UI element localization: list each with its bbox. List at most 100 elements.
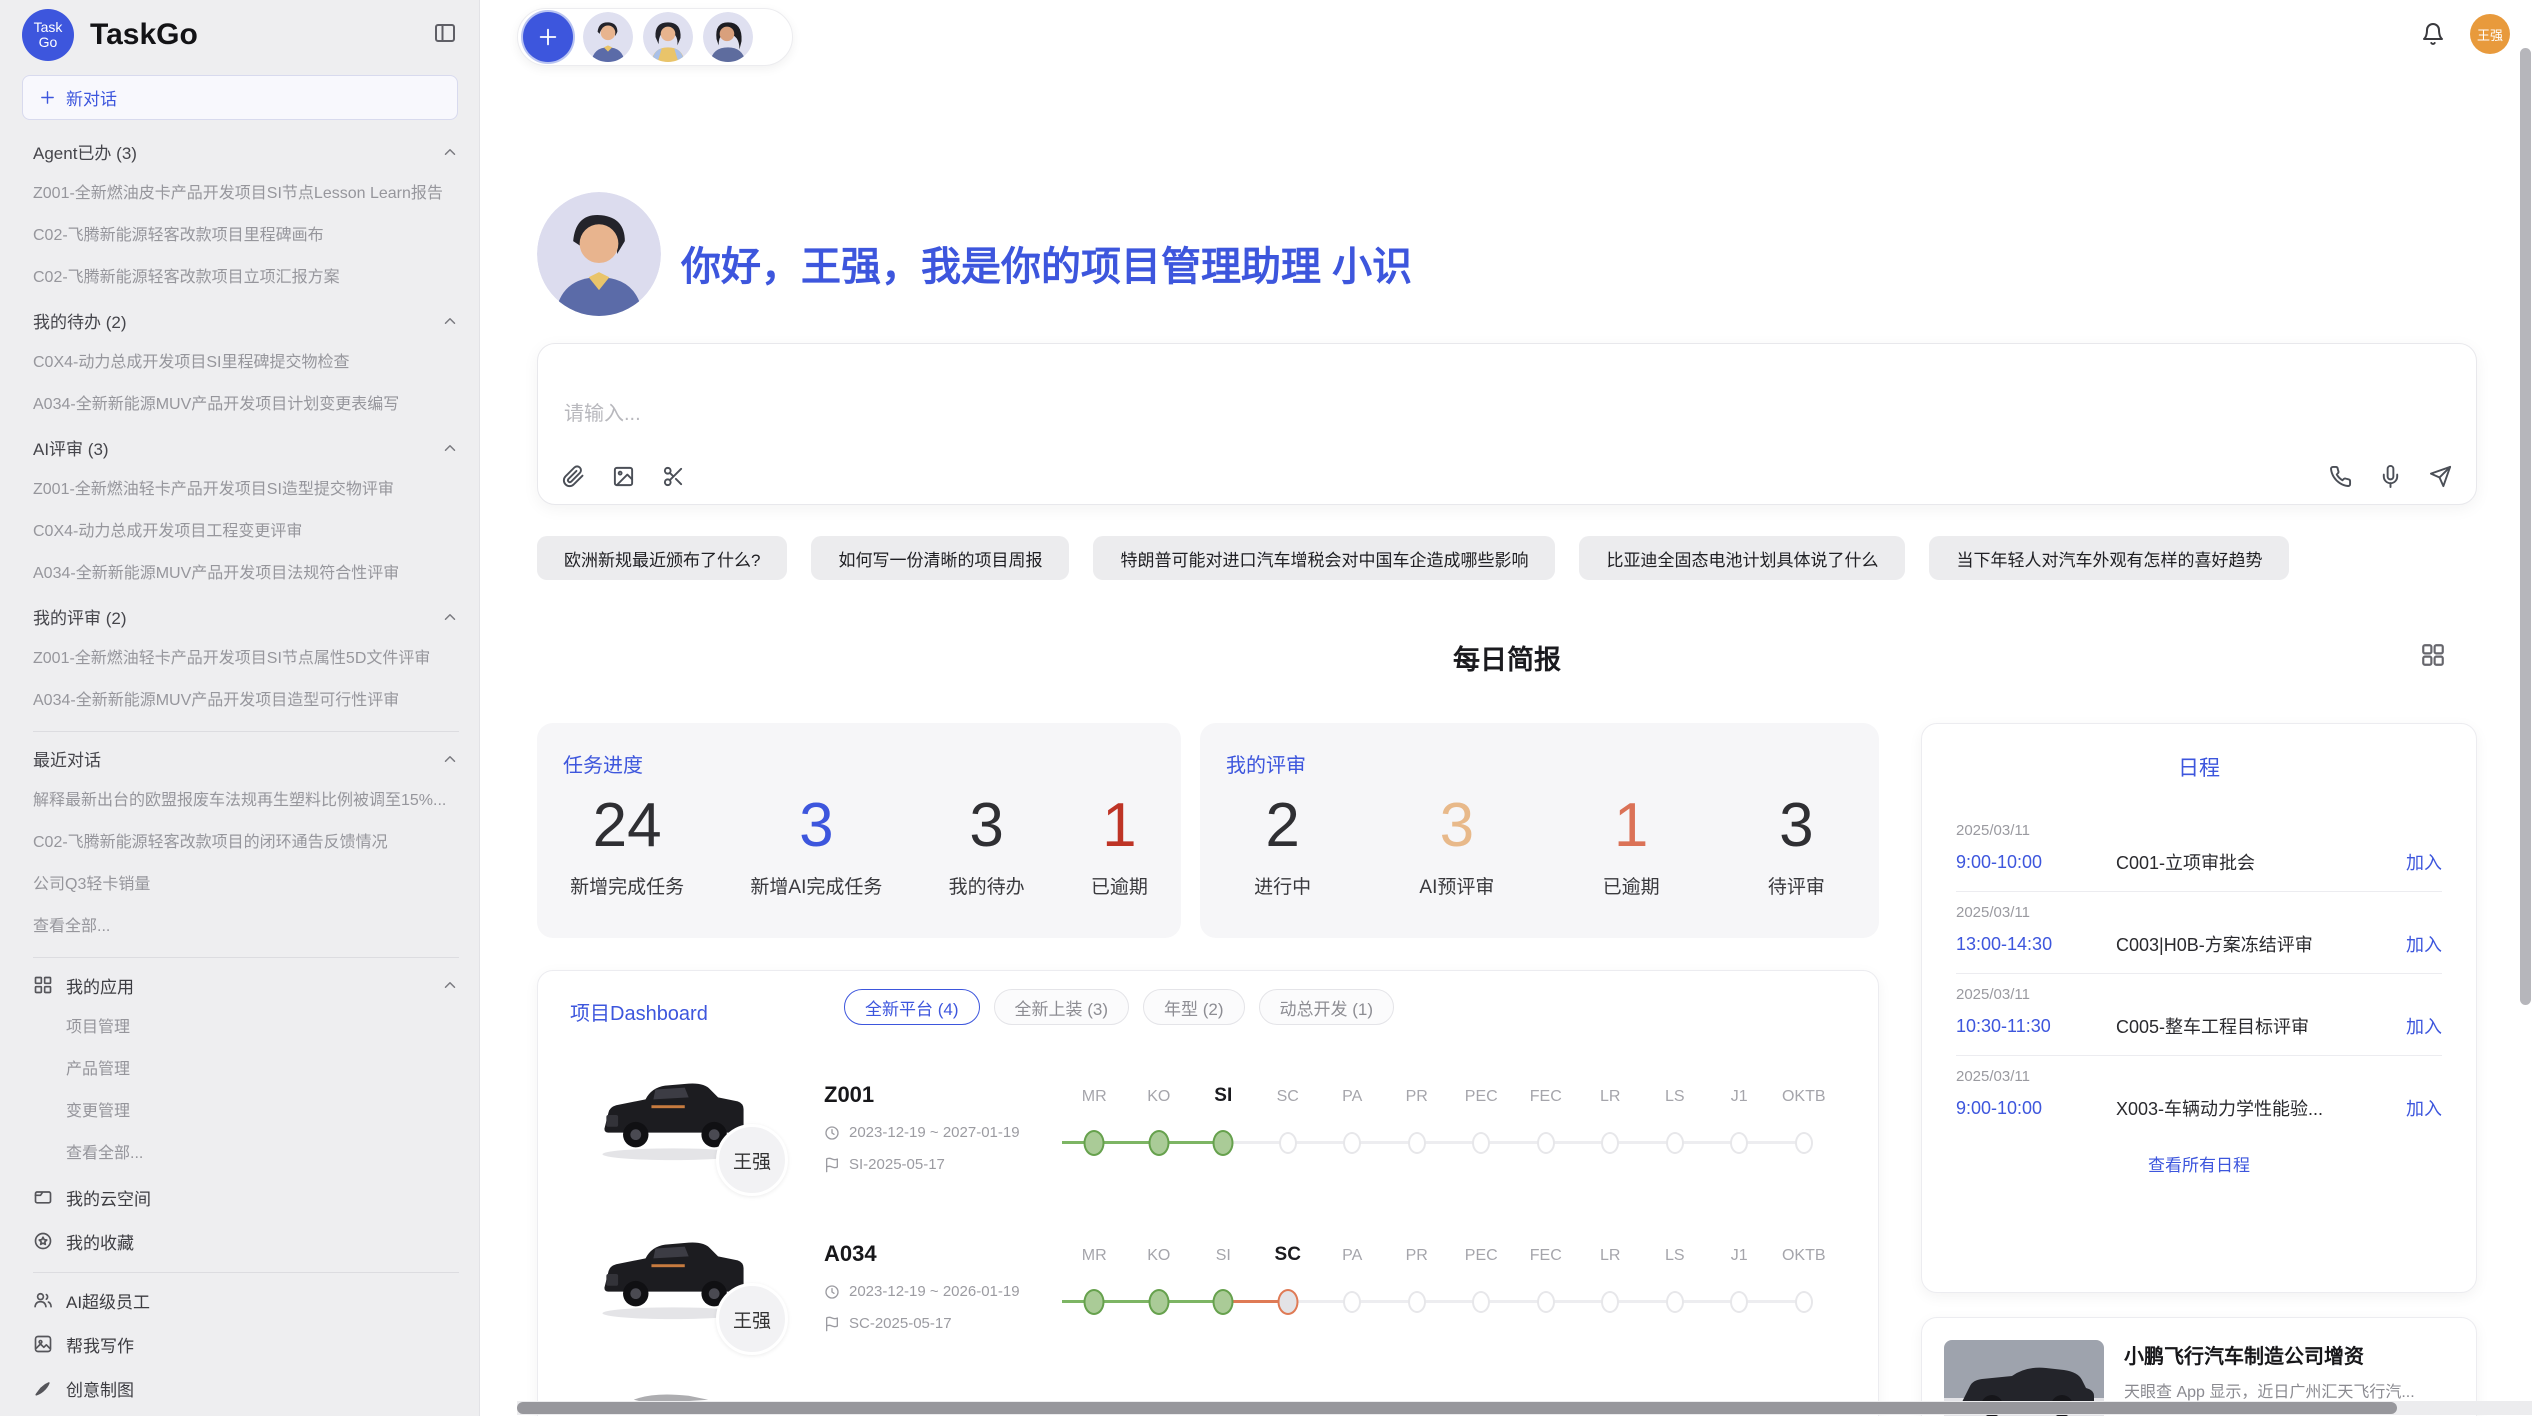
section-header-recent-chats[interactable]: 最近对话 (33, 737, 459, 780)
view-all-schedule-link[interactable]: 查看所有日程 (1956, 1137, 2442, 1190)
project-node-date: SI-2025-05-17 (824, 1156, 945, 1173)
project-row-z001[interactable]: 王强 Z001 2023-12-19 ~ 2027-01-19 SI-2025-… (538, 1066, 1878, 1218)
section-header-my-review[interactable]: 我的评审 (2) (33, 595, 459, 638)
dashboard-tabs: 全新平台 (4) 全新上装 (3) 年型 (2) 动总开发 (1) (844, 989, 1394, 1025)
send-icon[interactable] (2429, 465, 2452, 488)
schedule-event: 2025/03/11 9:00-10:00C001-立项审批会加入 (1956, 810, 2442, 891)
milestone-dot (1601, 1132, 1619, 1154)
avatar[interactable] (643, 12, 693, 62)
new-chat-label: 新对话 (66, 85, 117, 110)
logo-line2: Go (39, 35, 58, 50)
view-all-chats-link[interactable]: 查看全部... (33, 906, 459, 948)
horizontal-scrollbar-thumb[interactable] (517, 1402, 2397, 1414)
divider (33, 957, 459, 958)
clock-icon (824, 1284, 840, 1300)
taskgo-logo: Task Go (22, 9, 74, 61)
sidebar-item[interactable]: C0X4-动力总成开发项目工程变更评审 (33, 511, 459, 553)
pen-icon (33, 1378, 53, 1398)
project-date-range: 2023-12-19 ~ 2027-01-19 (824, 1124, 1020, 1141)
milestone-label: KO (1127, 1088, 1192, 1106)
vertical-scrollbar-thumb[interactable] (2520, 48, 2531, 1005)
milestone-dot (1795, 1132, 1813, 1154)
app-item-change-mgmt[interactable]: 变更管理 (33, 1091, 459, 1133)
milestone-label: KO (1127, 1247, 1192, 1265)
session-switcher (517, 8, 793, 66)
project-owner-badge: 王强 (716, 1124, 788, 1196)
milestone-label: LR (1578, 1247, 1643, 1265)
new-session-button[interactable] (523, 12, 573, 62)
sidebar-item[interactable]: C02-飞腾新能源轻客改款项目里程碑画布 (33, 215, 459, 257)
sidebar-item[interactable]: C02-飞腾新能源轻客改款项目立项汇报方案 (33, 257, 459, 299)
attachment-icon[interactable] (562, 465, 585, 488)
chevron-up-icon (441, 608, 459, 626)
schedule-event: 2025/03/11 10:30-11:30C005-整车工程目标评审加入 (1956, 973, 2442, 1055)
join-button[interactable]: 加入 (2406, 931, 2442, 957)
sidebar-item[interactable]: A034-全新新能源MUV产品开发项目计划变更表编写 (33, 384, 459, 426)
avatar[interactable] (583, 12, 633, 62)
project-dashboard-card: 项目Dashboard 全新平台 (4) 全新上装 (3) 年型 (2) 动总开… (537, 970, 1879, 1416)
project-row-a034[interactable]: 王强 A034 2023-12-19 ~ 2026-01-19 SC-2025-… (538, 1225, 1878, 1377)
daily-brief-title: 每日简报 (537, 638, 2477, 677)
milestone-dot (1730, 1291, 1748, 1313)
tab-new-platform[interactable]: 全新平台 (4) (844, 989, 980, 1025)
tab-new-body[interactable]: 全新上装 (3) (994, 989, 1130, 1025)
sidebar-item[interactable]: Z001-全新燃油轻卡产品开发项目SI节点属性5D文件评审 (33, 638, 459, 680)
milestone-dot (1666, 1291, 1684, 1313)
scissors-icon[interactable] (662, 465, 685, 488)
avatar[interactable] (703, 12, 753, 62)
section-header-agent-done[interactable]: Agent已办 (3) (33, 130, 459, 173)
milestone-dot (1472, 1291, 1490, 1313)
sidebar-item-creative-drawing[interactable]: 创意制图 (33, 1366, 459, 1410)
sidebar-item[interactable]: A034-全新新能源MUV产品开发项目法规符合性评审 (33, 553, 459, 595)
sidebar-item[interactable]: C0X4-动力总成开发项目SI里程碑提交物检查 (33, 342, 459, 384)
phone-call-icon[interactable] (2329, 465, 2352, 488)
view-all-apps-link[interactable]: 查看全部... (33, 1133, 459, 1175)
stat-new-completed: 24新增完成任务 (570, 792, 684, 899)
suggestion-chip[interactable]: 如何写一份清晰的项目周报 (811, 536, 1069, 580)
schedule-event: 2025/03/11 13:00-14:30C003|H0B-方案冻结评审加入 (1956, 891, 2442, 973)
new-chat-button[interactable]: 新对话 (22, 75, 458, 120)
collapse-sidebar-icon[interactable] (433, 21, 457, 50)
sidebar: Task Go TaskGo 新对话 Agent已办 (3) Z001-全新燃油… (0, 0, 480, 1416)
recent-chat-item[interactable]: C02-飞腾新能源轻客改款项目的闭环通告反馈情况 (33, 822, 459, 864)
notification-bell-icon[interactable] (2421, 22, 2445, 46)
milestone-dot (1148, 1130, 1169, 1156)
suggestion-chip[interactable]: 当下年轻人对汽车外观有怎样的喜好趋势 (1929, 536, 2289, 580)
sidebar-item-favorites[interactable]: 我的收藏 (33, 1219, 459, 1263)
app-item-project-mgmt[interactable]: 项目管理 (33, 1007, 459, 1049)
sidebar-item[interactable]: Z001-全新燃油轻卡产品开发项目SI造型提交物评审 (33, 469, 459, 511)
suggestion-chip[interactable]: 比亚迪全固态电池计划具体说了什么 (1579, 536, 1905, 580)
join-button[interactable]: 加入 (2406, 849, 2442, 875)
layout-grid-icon[interactable] (2420, 642, 2446, 668)
recent-chat-item[interactable]: 解释最新出台的欧盟报废车法规再生塑料比例被调至15%... (33, 780, 459, 822)
suggestion-chip[interactable]: 欧洲新规最近颁布了什么? (537, 536, 787, 580)
sidebar-item-my-apps[interactable]: 我的应用 (33, 963, 459, 1007)
suggestion-chip[interactable]: 特朗普可能对进口汽车增税会对中国车企造成哪些影响 (1093, 536, 1555, 580)
sidebar-item-cloud-space[interactable]: 我的云空间 (33, 1175, 459, 1219)
user-avatar-badge[interactable]: 王强 (2470, 14, 2510, 54)
tab-powertrain-dev[interactable]: 动总开发 (1) (1259, 989, 1395, 1025)
milestone-dot (1279, 1132, 1297, 1154)
section-header-my-todo[interactable]: 我的待办 (2) (33, 299, 459, 342)
milestone-dot (1148, 1289, 1169, 1315)
join-button[interactable]: 加入 (2406, 1013, 2442, 1039)
assistant-avatar (537, 192, 661, 316)
stat-pending-review: 3待评审 (1768, 792, 1825, 899)
milestone-label-current: SC (1256, 1244, 1321, 1266)
section-header-ai-review[interactable]: AI评审 (3) (33, 426, 459, 469)
project-node-date: SC-2025-05-17 (824, 1315, 952, 1332)
sidebar-item-help-me-write[interactable]: 帮我写作 (33, 1322, 459, 1366)
image-upload-icon[interactable] (612, 465, 635, 488)
sidebar-item[interactable]: A034-全新新能源MUV产品开发项目造型可行性评审 (33, 680, 459, 722)
join-button[interactable]: 加入 (2406, 1095, 2442, 1121)
app-item-product-mgmt[interactable]: 产品管理 (33, 1049, 459, 1091)
recent-chat-item[interactable]: 公司Q3轻卡销量 (33, 864, 459, 906)
project-owner-badge: 王强 (716, 1283, 788, 1355)
chat-input-card (537, 343, 2477, 505)
sidebar-item-ai-super-staff[interactable]: AI超级员工 (33, 1278, 459, 1322)
tab-model-year[interactable]: 年型 (2) (1143, 989, 1245, 1025)
horizontal-scrollbar[interactable] (517, 1401, 2532, 1415)
chat-input[interactable] (562, 402, 1766, 427)
microphone-icon[interactable] (2379, 465, 2402, 488)
sidebar-item[interactable]: Z001-全新燃油皮卡产品开发项目SI节点Lesson Learn报告 (33, 173, 459, 215)
